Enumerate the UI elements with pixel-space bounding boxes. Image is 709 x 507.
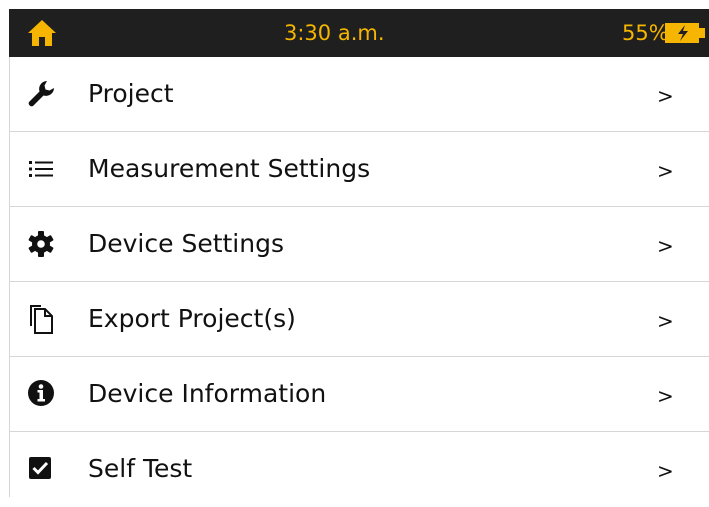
copy-file-icon (26, 304, 56, 334)
home-icon (28, 20, 56, 46)
menu-item-label: Export Project(s) (88, 304, 296, 333)
battery-percentage: 55% (622, 21, 669, 45)
battery-icon (665, 21, 707, 45)
checkbox-icon (26, 454, 56, 484)
menu-item-label: Self Test (88, 454, 193, 483)
device-screen: 3:30 a.m. 55% Project > Measurement Sett… (0, 0, 709, 497)
chevron-right-icon: > (657, 384, 674, 408)
status-bar: 3:30 a.m. 55% (9, 9, 709, 57)
wrench-icon (26, 79, 56, 109)
chevron-right-icon: > (657, 159, 674, 183)
menu-item-label: Measurement Settings (88, 154, 371, 183)
menu-item-export-projects[interactable]: Export Project(s) > (10, 282, 709, 357)
menu-item-project[interactable]: Project > (10, 57, 709, 132)
menu-item-self-test[interactable]: Self Test > (10, 432, 709, 507)
clock: 3:30 a.m. (284, 21, 385, 45)
menu-item-label: Project (88, 79, 174, 108)
chevron-right-icon: > (657, 84, 674, 108)
home-button[interactable] (27, 19, 57, 47)
chevron-right-icon: > (657, 459, 674, 483)
menu-item-device-information[interactable]: Device Information > (10, 357, 709, 432)
list-icon (26, 154, 56, 184)
menu-item-label: Device Settings (88, 229, 284, 258)
info-icon (26, 379, 56, 409)
menu-item-label: Device Information (88, 379, 327, 408)
menu-item-measurement-settings[interactable]: Measurement Settings > (10, 132, 709, 207)
menu-item-device-settings[interactable]: Device Settings > (10, 207, 709, 282)
chevron-right-icon: > (657, 234, 674, 258)
gear-icon (26, 229, 56, 259)
main-menu: Project > Measurement Settings > Device … (9, 57, 709, 497)
chevron-right-icon: > (657, 309, 674, 333)
